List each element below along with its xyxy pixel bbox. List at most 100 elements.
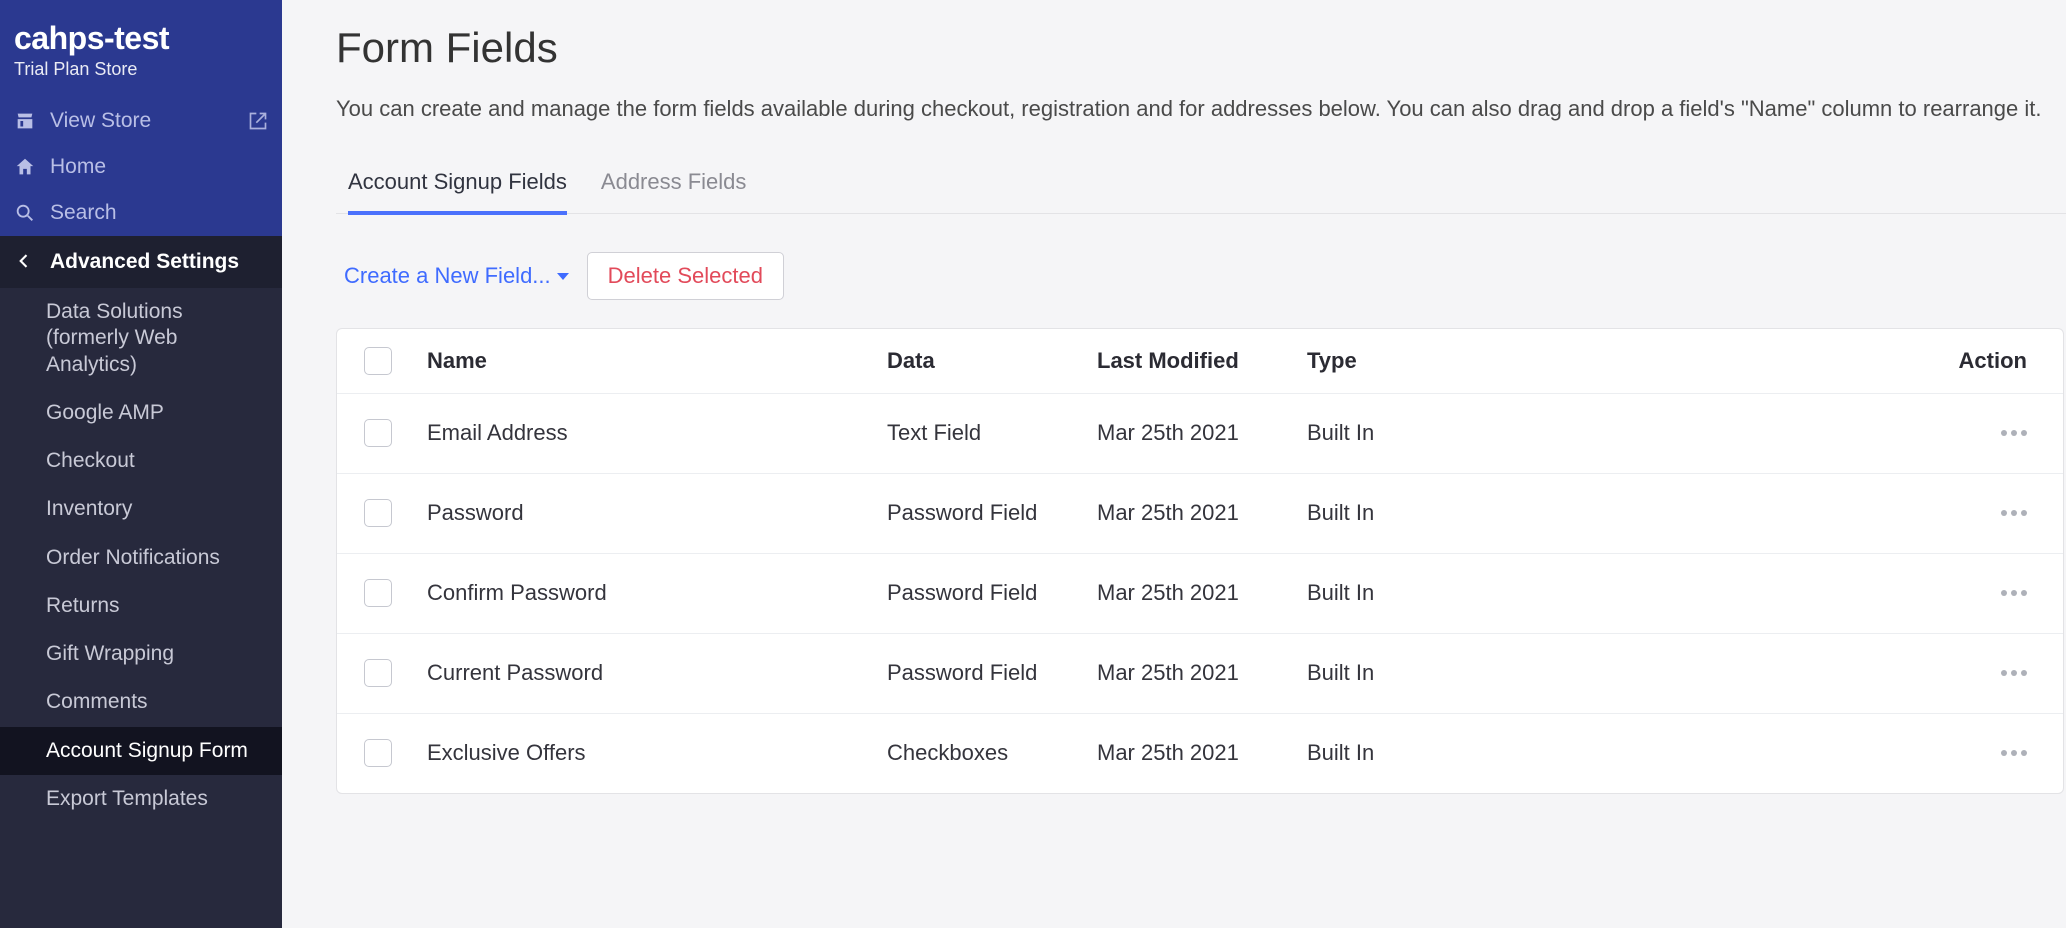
row-checkbox[interactable] (364, 499, 392, 527)
dots-icon (2021, 510, 2027, 516)
brand-block: cahps-test Trial Plan Store (0, 0, 282, 98)
row-actions-menu[interactable] (2001, 590, 2027, 596)
cell-last-modified: Mar 25th 2021 (1089, 740, 1299, 766)
header-name: Name (419, 348, 879, 374)
dots-icon (2001, 750, 2007, 756)
dots-icon (2011, 590, 2017, 596)
header-data: Data (879, 348, 1089, 374)
cell-action (1509, 510, 2063, 516)
tabs: Account Signup Fields Address Fields (336, 159, 2066, 214)
dots-icon (2011, 750, 2017, 756)
dots-icon (2001, 670, 2007, 676)
header-type: Type (1299, 348, 1509, 374)
cell-action (1509, 750, 2063, 756)
cell-name[interactable]: Exclusive Offers (419, 740, 879, 766)
cell-data: Password Field (879, 580, 1089, 606)
sub-order-notifications[interactable]: Order Notifications (0, 534, 282, 582)
home-icon (14, 156, 36, 178)
sub-inventory[interactable]: Inventory (0, 485, 282, 533)
dots-icon (2001, 590, 2007, 596)
table-row: Current PasswordPassword FieldMar 25th 2… (337, 633, 2063, 713)
row-actions-menu[interactable] (2001, 510, 2027, 516)
row-actions-menu[interactable] (2001, 670, 2027, 676)
cell-last-modified: Mar 25th 2021 (1089, 580, 1299, 606)
storefront-icon (14, 110, 36, 132)
cell-data: Password Field (879, 500, 1089, 526)
create-new-field-label: Create a New Field... (344, 263, 551, 289)
nav-primary: View Store Home Search (0, 98, 282, 236)
cell-data: Password Field (879, 660, 1089, 686)
tab-account-signup-fields[interactable]: Account Signup Fields (348, 159, 567, 215)
page-description: You can create and manage the form field… (336, 94, 2056, 125)
row-checkbox-cell (337, 579, 419, 607)
nav-view-store[interactable]: View Store (0, 98, 282, 144)
sub-google-amp[interactable]: Google AMP (0, 389, 282, 437)
cell-name[interactable]: Confirm Password (419, 580, 879, 606)
cell-name[interactable]: Current Password (419, 660, 879, 686)
dots-icon (2011, 510, 2017, 516)
store-name: cahps-test (14, 20, 268, 57)
dots-icon (2011, 670, 2017, 676)
row-checkbox[interactable] (364, 659, 392, 687)
cell-last-modified: Mar 25th 2021 (1089, 500, 1299, 526)
cell-action (1509, 590, 2063, 596)
row-checkbox-cell (337, 419, 419, 447)
nav-home[interactable]: Home (0, 144, 282, 190)
cell-type: Built In (1299, 660, 1509, 686)
table-header-row: Name Data Last Modified Type Action (337, 329, 2063, 393)
dots-icon (2021, 430, 2027, 436)
dots-icon (2021, 750, 2027, 756)
sidebar: cahps-test Trial Plan Store View Store H… (0, 0, 282, 928)
cell-type: Built In (1299, 740, 1509, 766)
nav-search[interactable]: Search (0, 190, 282, 236)
cell-name[interactable]: Email Address (419, 420, 879, 446)
main-content: Form Fields You can create and manage th… (282, 0, 2066, 928)
sub-comments[interactable]: Comments (0, 678, 282, 726)
create-new-field-button[interactable]: Create a New Field... (344, 263, 569, 289)
sub-data-solutions[interactable]: Data Solutions (formerly Web Analytics) (0, 288, 282, 389)
select-all-checkbox[interactable] (364, 347, 392, 375)
cell-name[interactable]: Password (419, 500, 879, 526)
sub-account-signup-form[interactable]: Account Signup Form (0, 727, 282, 775)
cell-data: Checkboxes (879, 740, 1089, 766)
open-external-icon (248, 111, 268, 131)
row-checkbox-cell (337, 739, 419, 767)
row-actions-menu[interactable] (2001, 430, 2027, 436)
cell-type: Built In (1299, 420, 1509, 446)
header-action: Action (1509, 348, 2063, 374)
nav-label: Home (50, 155, 268, 179)
row-checkbox[interactable] (364, 419, 392, 447)
tab-address-fields[interactable]: Address Fields (601, 159, 747, 215)
page-title: Form Fields (336, 24, 2066, 72)
chevron-down-icon (557, 273, 569, 280)
row-checkbox-cell (337, 499, 419, 527)
table-row: Email AddressText FieldMar 25th 2021Buil… (337, 393, 2063, 473)
header-checkbox-cell (337, 347, 419, 375)
table-row: PasswordPassword FieldMar 25th 2021Built… (337, 473, 2063, 553)
table-row: Exclusive OffersCheckboxesMar 25th 2021B… (337, 713, 2063, 793)
cell-action (1509, 670, 2063, 676)
nav-label: View Store (50, 109, 234, 133)
search-icon (14, 202, 36, 224)
nav-secondary: Advanced Settings Data Solutions (former… (0, 236, 282, 928)
cell-type: Built In (1299, 580, 1509, 606)
cell-last-modified: Mar 25th 2021 (1089, 420, 1299, 446)
sub-gift-wrapping[interactable]: Gift Wrapping (0, 630, 282, 678)
chevron-left-icon (14, 251, 36, 273)
cell-data: Text Field (879, 420, 1089, 446)
header-last-modified: Last Modified (1089, 348, 1299, 374)
sub-returns[interactable]: Returns (0, 582, 282, 630)
dots-icon (2021, 590, 2027, 596)
delete-selected-button[interactable]: Delete Selected (587, 252, 784, 300)
cell-type: Built In (1299, 500, 1509, 526)
store-plan: Trial Plan Store (14, 59, 268, 80)
row-checkbox[interactable] (364, 739, 392, 767)
sub-export-templates[interactable]: Export Templates (0, 775, 282, 823)
row-actions-menu[interactable] (2001, 750, 2027, 756)
sub-checkout[interactable]: Checkout (0, 437, 282, 485)
dots-icon (2001, 430, 2007, 436)
table-row: Confirm PasswordPassword FieldMar 25th 2… (337, 553, 2063, 633)
fields-table: Name Data Last Modified Type Action Emai… (336, 328, 2064, 794)
row-checkbox[interactable] (364, 579, 392, 607)
nav-section-advanced-settings[interactable]: Advanced Settings (0, 236, 282, 288)
